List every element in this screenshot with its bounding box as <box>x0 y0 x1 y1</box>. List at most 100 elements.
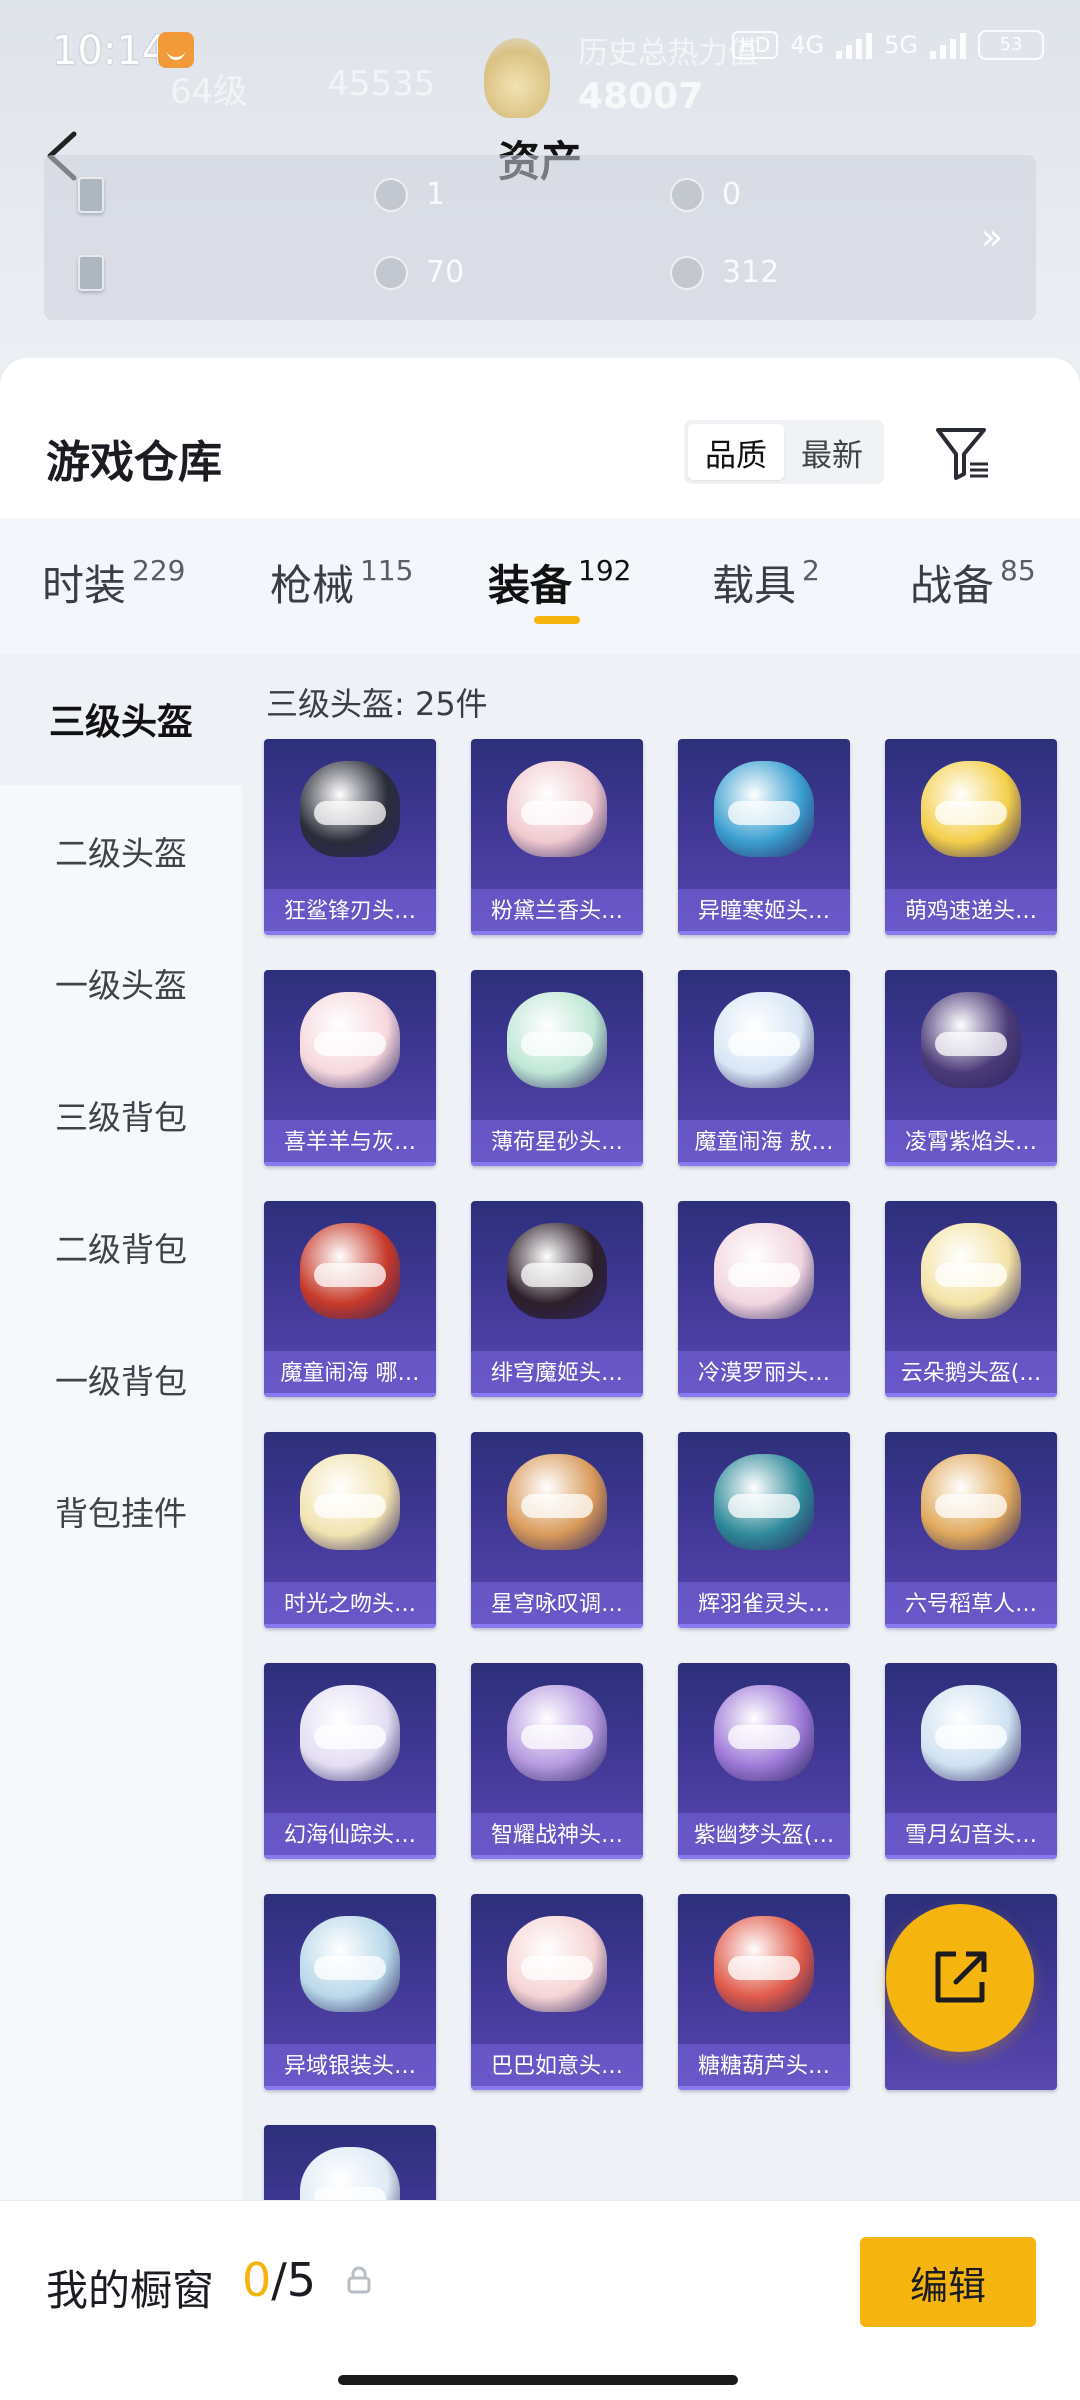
item-name: 绯穹魔姬头… <box>471 1351 643 1397</box>
sidebar-item-level2-helmet[interactable]: 二级头盔 <box>0 785 242 917</box>
item-name: 狂鲨锋刃头… <box>264 889 436 935</box>
asset-item: 0 <box>670 177 741 212</box>
sidebar-item-level3-backpack[interactable]: 三级背包 <box>0 1049 242 1181</box>
item-name: 喜羊羊与灰… <box>264 1120 436 1166</box>
asset-panel[interactable]: 8 1 0 0 70 312 » <box>44 155 1036 320</box>
item-card[interactable]: 魔童闹海 哪… <box>264 1201 436 1397</box>
helmet-visor <box>314 2187 386 2200</box>
item-card[interactable]: 萌鸡速递头… <box>885 739 1057 935</box>
sort-latest-button[interactable]: 最新 <box>784 424 880 480</box>
helmet-visor <box>314 801 386 825</box>
tab-fashion[interactable]: 时装 229 <box>42 552 185 613</box>
item-card[interactable]: 薄荷星砂头… <box>471 970 643 1166</box>
tab-label: 枪械 <box>270 561 355 610</box>
item-name: 魔童闹海 哪… <box>264 1351 436 1397</box>
item-card[interactable]: 绯穹魔姬头… <box>471 1201 643 1397</box>
sidebar-item-backpack-charm[interactable]: 背包挂件 <box>0 1445 242 1577</box>
tab-vehicles[interactable]: 载具 2 <box>712 552 820 613</box>
item-card[interactable]: 紫幽梦头盔(… <box>678 1663 850 1859</box>
edit-button[interactable]: 编辑 <box>860 2237 1036 2327</box>
sidebar-item-level2-backpack[interactable]: 二级背包 <box>0 1181 242 1313</box>
helmet-visor <box>521 1263 593 1287</box>
asset-value: 1 <box>426 177 446 212</box>
tab-count: 2 <box>802 554 820 587</box>
item-card[interactable]: 糖糖葫芦头… <box>678 1894 850 2090</box>
asset-more-button[interactable]: » <box>948 155 1036 320</box>
helmet-visor <box>314 1032 386 1056</box>
silver-coin-icon <box>374 255 408 290</box>
hd-indicator: HD <box>731 31 779 59</box>
item-card[interactable]: 辉羽雀灵头… <box>678 1432 850 1628</box>
tab-label: 装备 <box>488 561 573 610</box>
item-name: 紫幽梦头盔(… <box>678 1813 850 1859</box>
item-card[interactable]: 粉黛兰香头… <box>471 739 643 935</box>
item-name: 巴巴如意头… <box>471 2044 643 2090</box>
item-card[interactable]: 幻海仙踪头… <box>264 1663 436 1859</box>
item-name: 云朵鹅头盔(… <box>885 1351 1057 1397</box>
item-card[interactable]: 星穹咏叹调… <box>471 1432 643 1628</box>
item-card[interactable]: 异域银装头… <box>264 1894 436 2090</box>
medal-icon <box>670 177 704 212</box>
ticket-icon <box>78 254 104 291</box>
item-card[interactable]: 六号稻草人… <box>885 1432 1057 1628</box>
item-card[interactable]: 雪月幻音头… <box>885 1663 1057 1859</box>
home-indicator <box>338 2375 738 2385</box>
item-name: 六号稻草人… <box>885 1582 1057 1628</box>
app-notification-icon <box>158 32 194 68</box>
item-card[interactable]: 巴巴如意头… <box>471 1894 643 2090</box>
status-time: 10:14 <box>52 28 168 74</box>
helmet-visor <box>314 1494 386 1518</box>
tab-weapons[interactable]: 枪械 115 <box>270 552 413 613</box>
tab-count: 85 <box>1000 554 1036 587</box>
item-name: 薄荷星砂头… <box>471 1120 643 1166</box>
filter-icon[interactable] <box>934 424 992 482</box>
helmet-visor <box>728 1494 800 1518</box>
item-card[interactable]: 异瞳寒姬头… <box>678 739 850 935</box>
category-tabs: 时装 229 枪械 115 装备 192 载具 2 战备 85 <box>0 518 1080 653</box>
sidebar-item-level1-backpack[interactable]: 一级背包 <box>0 1313 242 1445</box>
item-name: 星穹咏叹调… <box>471 1582 643 1628</box>
item-card[interactable]: 云朵鹅头盔(… <box>885 1201 1057 1397</box>
helmet-visor <box>935 801 1007 825</box>
share-button[interactable] <box>886 1904 1034 2052</box>
item-card[interactable]: 喜羊羊与灰… <box>264 970 436 1166</box>
share-icon <box>935 1951 987 2003</box>
tab-label: 载具 <box>712 561 797 610</box>
item-name: 雪月幻音头… <box>885 1813 1057 1859</box>
status-bar: 10:14 HD 4G 5G 53 <box>0 0 1080 100</box>
sidebar-item-level1-helmet[interactable]: 一级头盔 <box>0 917 242 1049</box>
lock-icon <box>347 2266 371 2294</box>
helmet-visor <box>728 1263 800 1287</box>
coin-icon <box>374 177 408 212</box>
item-card[interactable]: 狂鲨锋刃头… <box>264 739 436 935</box>
item-card[interactable]: 智耀战神头… <box>471 1663 643 1859</box>
asset-value: 70 <box>426 255 465 290</box>
item-name: 凌霄紫焰头… <box>885 1120 1057 1166</box>
tab-equipment[interactable]: 装备 192 <box>488 552 631 613</box>
sort-quality-button[interactable]: 品质 <box>688 424 784 480</box>
sidebar-item-level3-helmet[interactable]: 三级头盔 <box>0 653 242 785</box>
item-card[interactable]: 魔童闹海 敖… <box>678 970 850 1166</box>
helmet-visor <box>521 1494 593 1518</box>
tab-label: 时装 <box>42 561 127 610</box>
item-name: 辉羽雀灵头… <box>678 1582 850 1628</box>
network-5g-label: 5G <box>884 31 918 59</box>
item-name: 粉黛兰香头… <box>471 889 643 935</box>
item-card[interactable] <box>264 2125 436 2200</box>
signal-icon <box>836 31 873 59</box>
item-name: 智耀战神头… <box>471 1813 643 1859</box>
tab-count: 229 <box>132 554 186 587</box>
helmet-visor <box>314 1263 386 1287</box>
helmet-visor <box>728 801 800 825</box>
asset-item: 0 <box>78 254 104 291</box>
tab-supplies[interactable]: 战备 85 <box>910 552 1036 613</box>
helmet-visor <box>314 1725 386 1749</box>
asset-item: 312 <box>670 255 779 290</box>
item-card[interactable]: 凌霄紫焰头… <box>885 970 1057 1166</box>
item-name: 幻海仙踪头… <box>264 1813 436 1859</box>
item-card[interactable]: 时光之吻头… <box>264 1432 436 1628</box>
item-name: 冷漠罗丽头… <box>678 1351 850 1397</box>
item-name: 萌鸡速递头… <box>885 889 1057 935</box>
item-card[interactable]: 冷漠罗丽头… <box>678 1201 850 1397</box>
helmet-visor <box>935 1494 1007 1518</box>
